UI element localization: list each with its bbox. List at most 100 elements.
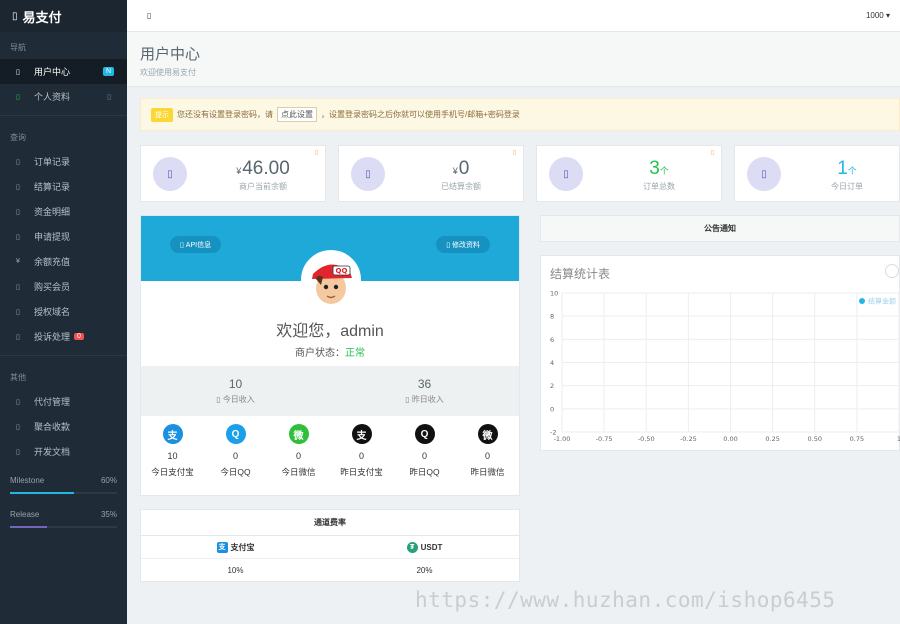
user-id: 1000 xyxy=(865,11,884,20)
qrcode-icon: ▯ xyxy=(16,423,20,431)
sidebar-item-payout[interactable]: ▯ 代付管理 xyxy=(0,389,127,414)
x-tick-label: 0.50 xyxy=(808,435,822,443)
wechat-icon: 微 xyxy=(288,424,309,444)
stat-value: 46.00 xyxy=(242,158,290,179)
sidebar-item-label: 资金明细 xyxy=(34,207,71,217)
bank-icon: ▯ xyxy=(16,233,20,241)
sidebar-item-orders[interactable]: ▯ 订单记录 xyxy=(0,149,127,174)
sidebar-item-domains[interactable]: ▯ 授权域名 xyxy=(0,299,127,324)
menu-icon[interactable]: ▯ xyxy=(147,11,151,20)
stat-value: 3 xyxy=(649,158,660,179)
pay-stat-yesterday-alipay: 支 0 昨日支付宝 xyxy=(330,424,393,478)
status-label: 商户状态： xyxy=(295,348,345,359)
pay-stat-today-qq: Q 0 今日QQ xyxy=(204,424,267,478)
alipay-icon: 支 xyxy=(216,541,228,553)
settlement-chart: 1086420-2-1.00 -0.75 -0.50 -0.25 0.00 0.25 0.5… xyxy=(550,290,900,444)
yen-icon: ¥ xyxy=(16,258,20,265)
page-header: 用户中心 欢迎使用易支付 xyxy=(127,32,900,87)
pay-count: 10 xyxy=(167,451,178,461)
progress-fill xyxy=(10,526,48,528)
alert-text: ，设置登录密码之后你就可以使用手机号/邮箱+密码登录 xyxy=(321,110,520,119)
sidebar-item-docs[interactable]: ▯ 开发文档 xyxy=(0,439,127,464)
section-other-label: 其他 xyxy=(10,373,26,382)
section-query-label: 查询 xyxy=(10,133,26,142)
cartoon-avatar-image: QQ xyxy=(303,252,359,308)
alert-tag: 提示 xyxy=(151,107,173,122)
wechat-icon: 微 xyxy=(477,424,498,444)
stat-label: 今日订单 xyxy=(831,182,863,191)
user-menu[interactable]: 1000 ▾ xyxy=(866,11,890,20)
progress-value: 35% xyxy=(100,510,117,519)
y-tick-label: 0 xyxy=(550,405,554,413)
new-badge: N xyxy=(102,67,114,76)
divider xyxy=(0,355,127,356)
pay-name: 昨日微信 xyxy=(470,467,505,477)
wallet-icon: ▯ xyxy=(16,208,20,216)
sidebar-item-funds[interactable]: ▯ 资金明细 xyxy=(0,199,127,224)
user-icon: ▯ xyxy=(16,93,20,101)
progress-label: Milestone xyxy=(10,476,45,485)
y-tick-label: 10 xyxy=(550,290,558,298)
y-tick-label: 8 xyxy=(550,313,554,321)
qq-icon: Q xyxy=(225,424,246,444)
sidebar-item-label: 订单记录 xyxy=(34,157,71,167)
payment-stats: 支 10 今日支付宝 Q 0 今日QQ 微 0 今日微信 支 0 昨日支付宝 Q… xyxy=(141,424,519,478)
alert-text: 您还没有设置登录密码，请 xyxy=(177,110,273,119)
x-tick-label: -0.50 xyxy=(638,435,655,443)
corner-icon: ▯ xyxy=(710,150,714,156)
api-info-button[interactable]: ▯ API信息 xyxy=(170,236,222,253)
brand-name: 易支付 xyxy=(22,9,62,25)
sidebar-item-membership[interactable]: ▯ 购买会员 xyxy=(0,274,127,299)
watermark: https://www.huzhan.com/ishop6455 xyxy=(415,588,836,612)
income-label: 昨日收入 xyxy=(411,395,444,404)
yesterday-income: 36 ▯ 昨日收入 xyxy=(330,366,519,416)
count-badge: 0 xyxy=(74,333,84,340)
cart-icon: ▯ xyxy=(549,157,583,191)
status-value: 正常 xyxy=(345,348,365,359)
section-nav-label: 导航 xyxy=(10,43,26,52)
rate-channel-alipay: 支支付宝 xyxy=(216,541,255,553)
rates-title: 通道费率 xyxy=(141,510,519,536)
sidebar-item-withdraw[interactable]: ▯ 申请提现 xyxy=(0,224,127,249)
svg-text:QQ: QQ xyxy=(336,267,348,275)
pay-name: 昨日QQ xyxy=(409,467,440,477)
progress-track xyxy=(10,492,117,494)
sidebar-item-aggregate[interactable]: ▯ 聚合收款 xyxy=(0,414,127,439)
alipay-icon: 支 xyxy=(351,424,372,444)
x-tick-label: 0.75 xyxy=(850,435,864,443)
brand[interactable]: ▯ 易支付 xyxy=(0,0,127,32)
sidebar-item-profile[interactable]: ▯ 个人资料 ▯ xyxy=(0,84,127,109)
stat-label: 订单总数 xyxy=(643,182,675,191)
clock-icon: ▯ xyxy=(216,395,223,404)
income-value: 36 xyxy=(417,377,432,391)
release-progress: Release 35% xyxy=(0,510,127,528)
sidebar-item-label: 用户中心 xyxy=(34,67,71,77)
pay-name: 今日支付宝 xyxy=(151,467,194,477)
legend-marker xyxy=(859,298,865,304)
alipay-icon: 支 xyxy=(162,424,183,444)
today-income: 10 ▯ 今日收入 xyxy=(141,366,330,416)
progress-track xyxy=(10,526,117,528)
edit-profile-button[interactable]: ▯ 修改资料 xyxy=(436,236,490,253)
book-icon: ▯ xyxy=(16,448,20,456)
sidebar-item-settlements[interactable]: ▯ 结算记录 xyxy=(0,174,127,199)
currency-symbol: ¥ xyxy=(452,166,458,176)
settlement-chart-panel: 结算统计表 10 8 6 4 2 0 -2 -1.00 -0.75 -0.50 -0.25 0.00 0… xyxy=(540,255,900,451)
stat-label: 商户当前余额 xyxy=(239,182,287,191)
sidebar-item-recharge[interactable]: ¥ 余额充值 xyxy=(0,249,127,274)
calendar-icon: ▯ xyxy=(747,157,781,191)
stat-value: 1 xyxy=(837,158,848,179)
x-tick-label: -0.25 xyxy=(680,435,697,443)
sidebar-item-label: 结算记录 xyxy=(34,182,71,192)
stat-orders-today: ▯ 1个 今日订单 xyxy=(734,145,900,202)
file-icon: ▯ xyxy=(16,183,20,191)
pay-stat-yesterday-wechat: 微 0 昨日微信 xyxy=(456,424,519,478)
square-icon: ▯ xyxy=(12,10,18,22)
sidebar-item-complaints[interactable]: ▯ 投诉处理 0 xyxy=(0,324,127,349)
pay-count: 0 xyxy=(421,451,427,461)
pay-stat-today-wechat: 微 0 今日微信 xyxy=(267,424,330,478)
notice-header[interactable]: 公告通知 xyxy=(540,215,900,242)
sidebar-item-user-center[interactable]: ▯ 用户中心 N xyxy=(0,59,127,84)
list-icon: ▯ xyxy=(16,158,20,166)
set-password-button[interactable]: 点此设置 xyxy=(277,107,317,122)
